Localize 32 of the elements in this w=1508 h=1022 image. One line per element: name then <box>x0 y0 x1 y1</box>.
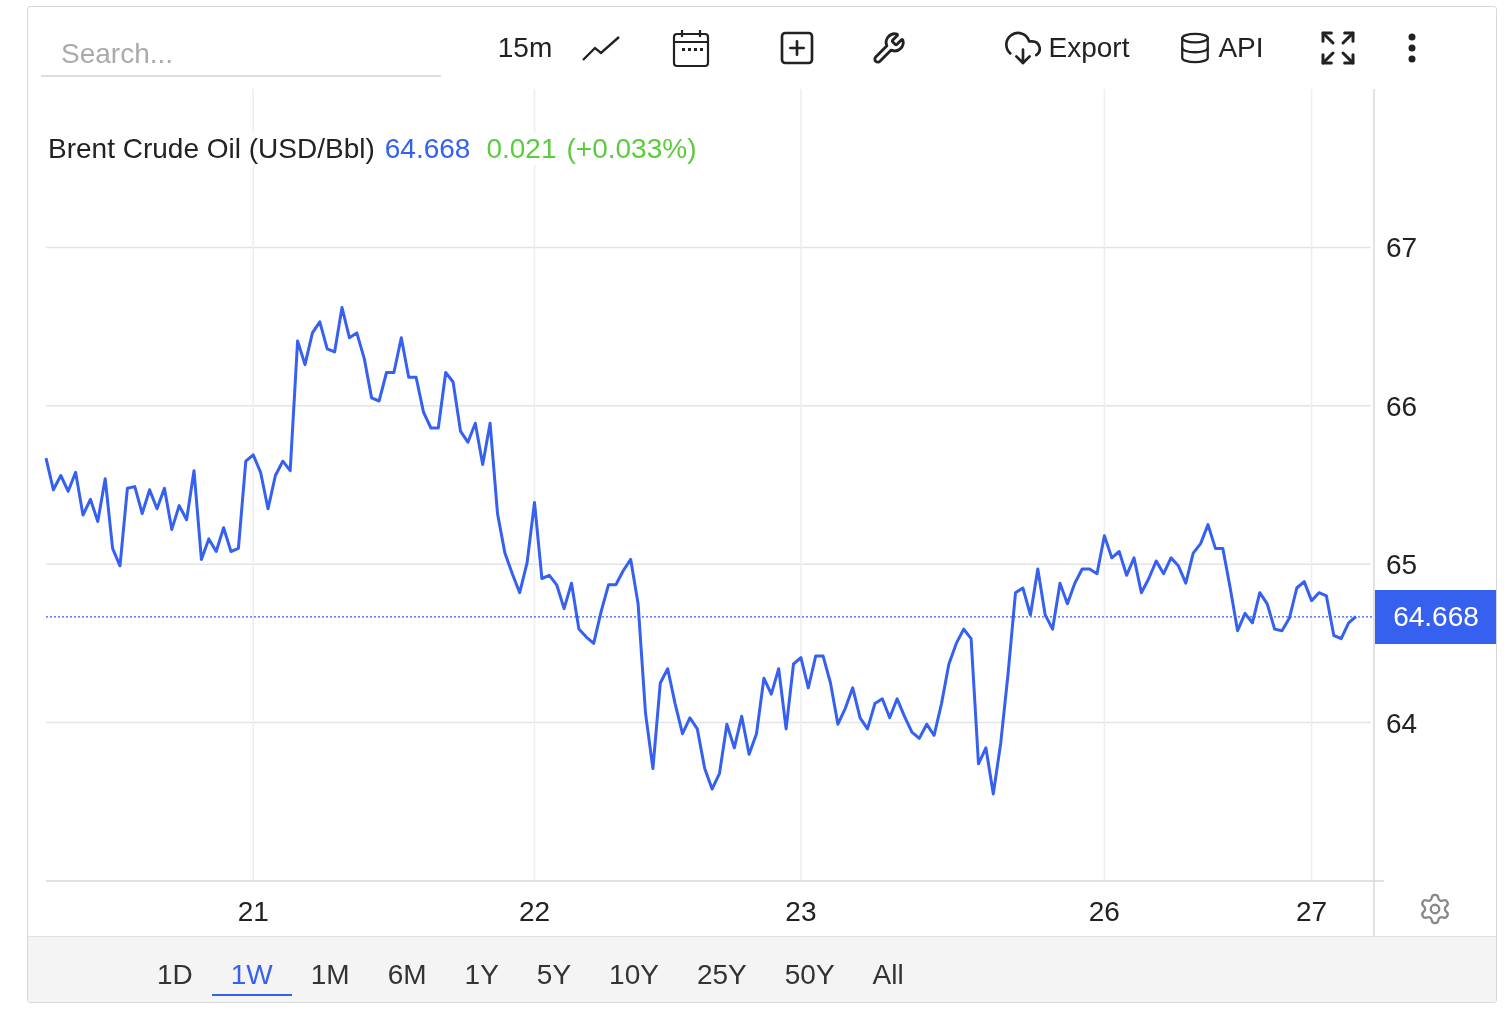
api-button[interactable]: API <box>1171 23 1271 73</box>
export-button[interactable]: Export <box>991 23 1141 73</box>
x-axis-label: 26 <box>1088 896 1120 927</box>
y-axis-label: 65 <box>1386 549 1418 581</box>
range-tab[interactable]: 5Y <box>517 937 591 996</box>
more-icon <box>1408 33 1416 63</box>
wrench-icon <box>872 31 906 65</box>
y-axis-label: 64 <box>1386 707 1418 739</box>
range-tab[interactable]: 1M <box>291 937 369 996</box>
range-tab[interactable]: 1D <box>138 937 212 996</box>
calendar-icon <box>672 28 710 68</box>
price-tag: 64.668 <box>1375 589 1496 644</box>
x-axis-label: 21 <box>237 896 269 927</box>
range-tab[interactable]: 1W <box>211 937 292 996</box>
interval-button[interactable]: 15m <box>481 23 569 73</box>
range-tab[interactable]: 1Y <box>445 937 518 996</box>
change-percent: (+0.033%) <box>566 133 697 165</box>
range-tab[interactable]: 50Y <box>765 937 854 996</box>
range-tab[interactable]: All <box>853 937 923 996</box>
price-value: 64.668 <box>384 133 471 165</box>
x-axis-label: 23 <box>785 896 817 927</box>
y-axis-label: 67 <box>1386 232 1418 264</box>
instrument-name: Brent Crude Oil (USD/Bbl) <box>48 133 375 165</box>
line-chart-icon <box>581 34 621 62</box>
change-value: 0.021 <box>486 133 557 165</box>
x-axis-label: 22 <box>518 896 551 927</box>
range-tab[interactable]: 10Y <box>590 937 678 996</box>
range-tab[interactable]: 6M <box>368 937 446 996</box>
x-axis-label: 27 <box>1296 896 1328 927</box>
range-tab[interactable]: 25Y <box>677 937 766 996</box>
settings-icon[interactable] <box>1418 892 1452 926</box>
y-axis-label: 66 <box>1386 390 1418 422</box>
